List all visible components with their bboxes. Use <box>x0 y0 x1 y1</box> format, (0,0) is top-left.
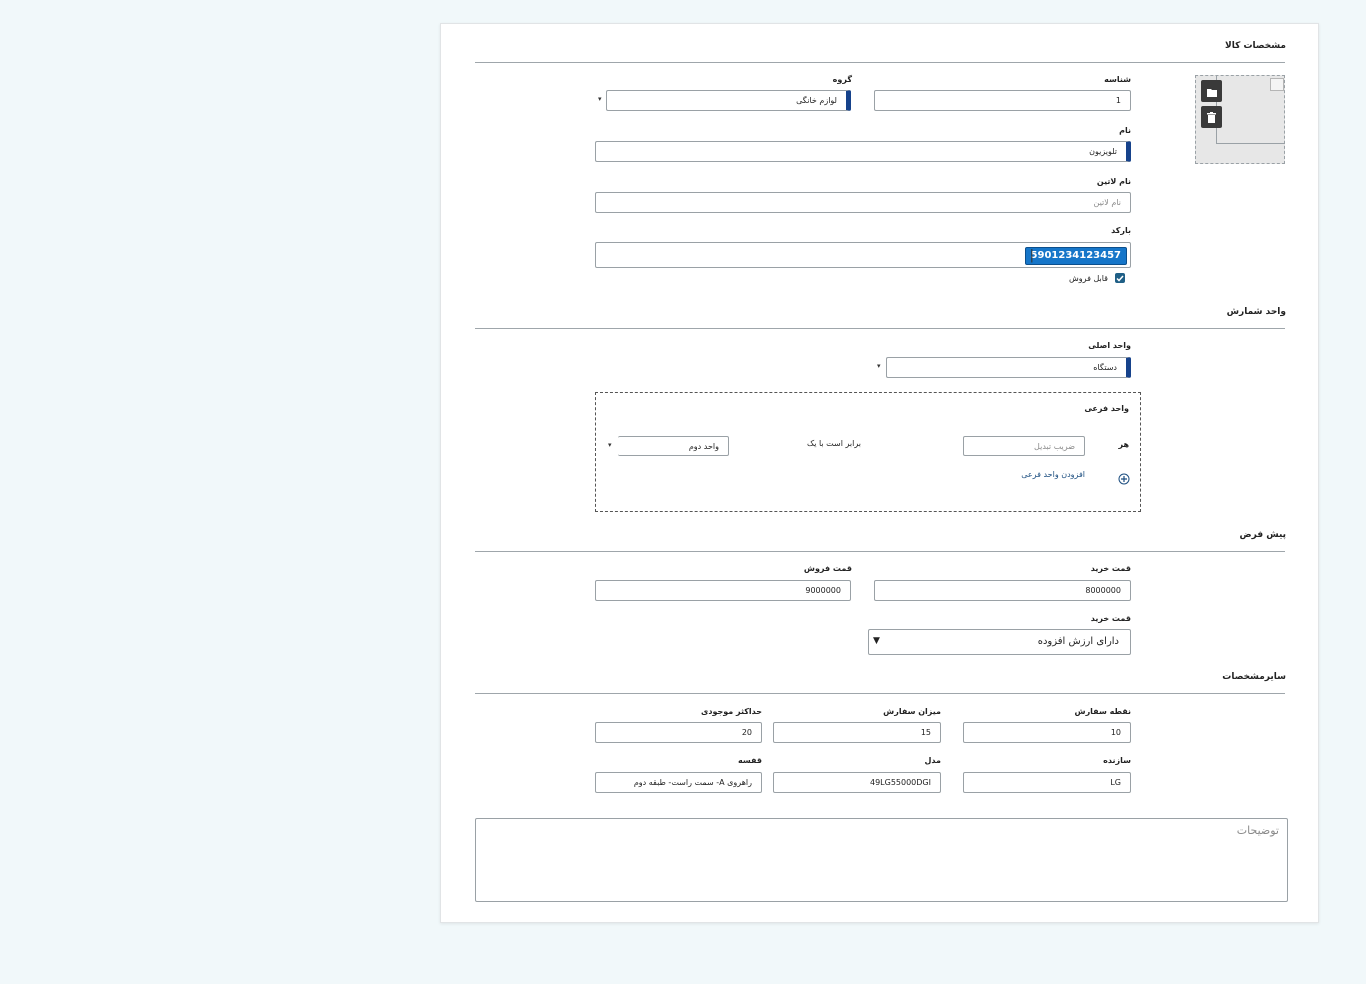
reorder-point-input[interactable]: 10 <box>963 722 1131 743</box>
section-divider <box>475 551 1285 552</box>
shelf-label: قفسه <box>738 756 762 765</box>
sub-unit-title: واحد فرعی <box>1084 404 1129 413</box>
description-textarea[interactable]: توضیحات <box>475 818 1288 902</box>
trash-icon <box>1207 108 1216 127</box>
main-unit-label: واحد اصلی <box>1088 341 1131 350</box>
folder-button[interactable] <box>1201 80 1222 102</box>
section-title-product: مشخصات کالا <box>1225 41 1286 51</box>
barcode-chip[interactable]: 5901234123457 <box>1024 247 1127 265</box>
second-unit-select[interactable]: واحد دوم <box>618 436 729 456</box>
add-sub-unit-link[interactable]: افزودن واحد فرعی <box>1021 470 1085 479</box>
model-input[interactable]: 49LG55000DGI <box>773 772 941 793</box>
section-title-other: سایرمشخصات <box>1222 672 1286 682</box>
section-divider <box>475 328 1285 329</box>
chevron-down-icon[interactable]: ▾ <box>608 441 612 449</box>
sale-price-input[interactable]: 9000000 <box>595 580 851 601</box>
max-stock-input[interactable]: 20 <box>595 722 762 743</box>
tax-type-value: دارای ارزش افزوده <box>1037 636 1119 647</box>
max-stock-label: حداکثر موجودی <box>701 707 762 716</box>
check-icon <box>1116 275 1124 282</box>
order-quantity-label: میزان سفارش <box>883 707 941 716</box>
id-label: شناسه <box>1104 75 1131 84</box>
model-label: مدل <box>924 756 941 765</box>
chevron-down-icon[interactable]: ▾ <box>598 95 602 103</box>
reorder-point-label: نقطه سفارش <box>1074 707 1131 716</box>
section-title-defaults: پیش فرض <box>1239 530 1286 540</box>
shelf-input[interactable]: راهروی A- سمت راست- طبقه دوم <box>595 772 762 793</box>
folder-icon <box>1206 82 1217 101</box>
section-title-units: واحد شمارش <box>1226 307 1286 317</box>
text-cursor: | <box>1029 248 1034 263</box>
sellable-label: قابل فروش <box>1069 274 1108 283</box>
section-divider <box>475 693 1285 694</box>
name-label: نام <box>1119 126 1131 135</box>
chevron-down-icon[interactable]: ▾ <box>877 362 881 370</box>
main-unit-select[interactable]: دستگاه <box>886 357 1131 378</box>
description-placeholder: توضیحات <box>1236 824 1279 837</box>
each-label: هر <box>1118 440 1129 449</box>
tax-type-label: قمت خرید <box>1090 614 1131 623</box>
delete-image-button[interactable] <box>1201 106 1222 128</box>
conversion-factor-input[interactable]: ضریب تبدیل <box>963 436 1085 456</box>
barcode-label: بارکد <box>1111 226 1131 235</box>
order-quantity-input[interactable]: 15 <box>773 722 941 743</box>
barcode-input[interactable]: 5901234123457 | <box>595 242 1131 268</box>
latin-name-input[interactable]: نام لاتین <box>595 192 1131 213</box>
section-divider <box>475 62 1285 63</box>
product-form-card: مشخصات کالا شناسه 1 گروه لوازم خانگی ▾ ن… <box>440 23 1319 923</box>
purchase-price-label: قمت خرید <box>1090 564 1131 573</box>
sub-unit-panel: واحد فرعی هر ضریب تبدیل برابر است با یک … <box>595 392 1141 512</box>
manufacturer-input[interactable]: LG <box>963 772 1131 793</box>
latin-name-label: نام لاتین <box>1096 177 1131 186</box>
product-image-box[interactable] <box>1195 75 1285 164</box>
sellable-checkbox[interactable] <box>1115 273 1125 283</box>
purchase-price-input[interactable]: 8000000 <box>874 580 1131 601</box>
chevron-down-icon: ▼ <box>873 636 880 646</box>
broken-image-icon <box>1270 78 1284 91</box>
equals-text: برابر است با یک <box>807 439 861 448</box>
group-label: گروه <box>832 75 852 84</box>
name-input[interactable]: تلویزیون <box>595 141 1131 162</box>
sale-price-label: قمت فروش <box>803 564 852 573</box>
manufacturer-label: سازنده <box>1103 756 1131 765</box>
group-select[interactable]: لوازم خانگی <box>606 90 851 111</box>
id-input[interactable]: 1 <box>874 90 1131 111</box>
tax-type-select[interactable]: دارای ارزش افزوده ▼ <box>868 629 1131 655</box>
add-circle-icon[interactable] <box>1118 470 1130 489</box>
